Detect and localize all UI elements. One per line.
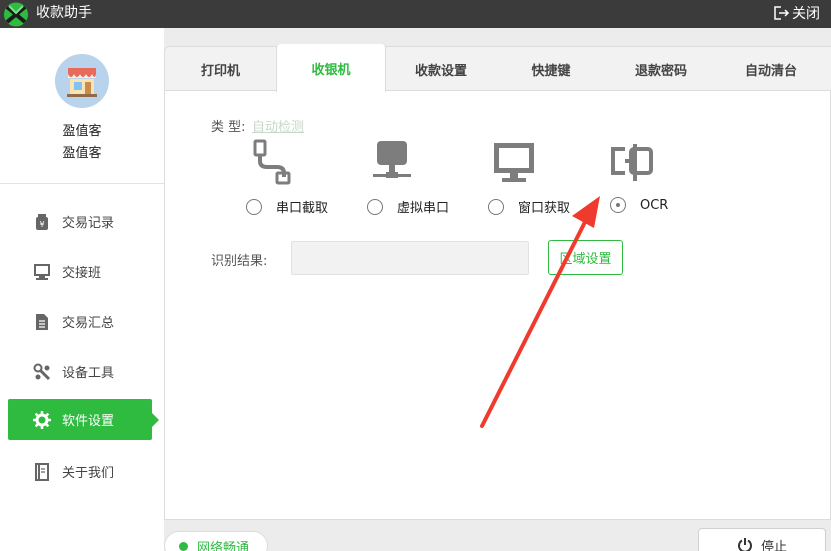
radio-label: 窗口获取 bbox=[518, 201, 571, 216]
user-account: 盈值客 bbox=[62, 146, 102, 161]
sidebar-item-label: 设备工具 bbox=[62, 366, 115, 381]
sidebar-item-label: 交接班 bbox=[62, 266, 102, 281]
sidebar-item-label: 交易记录 bbox=[62, 216, 115, 231]
sidebar-item-label: 软件设置 bbox=[62, 414, 115, 429]
radio-button-selected[interactable] bbox=[610, 197, 626, 213]
network-icon bbox=[373, 141, 411, 178]
radio-button[interactable] bbox=[367, 198, 383, 215]
region-settings-button[interactable]: 区域设置 bbox=[548, 240, 623, 275]
sidebar-item-device-tools[interactable]: 设备工具 bbox=[8, 351, 152, 392]
tab-shortcuts[interactable]: 快捷键 bbox=[496, 47, 606, 91]
tab-auto-clear[interactable]: 自动清台 bbox=[716, 47, 826, 91]
wrench-icon bbox=[32, 362, 52, 382]
radio-label: 串口截取 bbox=[276, 201, 329, 216]
tab-bar: 打印机 收银机 收款设置 快捷键 退款密码 自动清台 bbox=[165, 44, 831, 92]
stop-button[interactable]: 停止 bbox=[698, 528, 826, 551]
close-label: 关闭 bbox=[792, 6, 820, 22]
tab-payment-settings[interactable]: 收款设置 bbox=[386, 47, 496, 91]
radio-serial-capture[interactable]: 串口截取 bbox=[246, 197, 328, 216]
status-dot-icon bbox=[179, 541, 188, 551]
sidebar-divider bbox=[0, 183, 164, 184]
power-icon bbox=[738, 538, 752, 551]
user-name: 盈值客 bbox=[62, 124, 102, 139]
avatar bbox=[55, 54, 109, 108]
tab-cash-register[interactable]: 收银机 bbox=[276, 44, 386, 92]
gear-icon bbox=[32, 410, 52, 430]
title-bar: 收款助手 关闭 bbox=[0, 0, 831, 28]
network-status-label: 网络畅通 bbox=[197, 540, 250, 551]
type-label: 类 型: bbox=[211, 120, 246, 135]
app-logo-icon bbox=[4, 2, 28, 27]
document-icon bbox=[32, 312, 52, 332]
result-label: 识别结果: bbox=[211, 254, 268, 269]
window-title: 收款助手 bbox=[36, 5, 92, 21]
close-button[interactable]: 关闭 bbox=[772, 3, 820, 23]
network-status: 网络畅通 bbox=[164, 531, 268, 551]
money-bag-icon: ¥ bbox=[32, 212, 52, 232]
radio-virtual-serial[interactable]: 虚拟串口 bbox=[367, 197, 449, 216]
sidebar: 盈值客 盈值客 ¥ 交易记录 交接班 交易汇总 设备工具 软件设置 关于我们 bbox=[0, 28, 164, 551]
sidebar-item-label: 交易汇总 bbox=[62, 316, 115, 331]
radio-label: 虚拟串口 bbox=[397, 201, 450, 216]
sidebar-item-software-settings[interactable]: 软件设置 bbox=[8, 399, 159, 440]
radio-button[interactable] bbox=[488, 198, 504, 215]
radio-window-capture[interactable]: 窗口获取 bbox=[488, 197, 570, 216]
radio-ocr[interactable]: OCR bbox=[610, 197, 668, 213]
ocr-scan-icon bbox=[611, 144, 653, 181]
radio-button[interactable] bbox=[246, 198, 262, 215]
tab-printer[interactable]: 打印机 bbox=[165, 47, 276, 91]
stop-label: 停止 bbox=[760, 539, 787, 551]
sidebar-item-label: 关于我们 bbox=[62, 466, 115, 481]
tab-refund-password[interactable]: 退款密码 bbox=[606, 47, 716, 91]
sidebar-item-about-us[interactable]: 关于我们 bbox=[8, 451, 152, 492]
sidebar-item-shift-handover[interactable]: 交接班 bbox=[8, 251, 152, 292]
book-icon bbox=[32, 462, 52, 482]
settings-panel: 打印机 收银机 收款设置 快捷键 退款密码 自动清台 类 型: 自动检测 串口截… bbox=[164, 44, 831, 520]
auto-detect-link[interactable]: 自动检测 bbox=[252, 116, 304, 135]
monitor-icon bbox=[494, 143, 534, 182]
exit-icon bbox=[774, 6, 790, 20]
serial-cable-icon bbox=[253, 139, 291, 185]
sidebar-item-summary[interactable]: 交易汇总 bbox=[8, 301, 152, 342]
radio-label: OCR bbox=[640, 197, 669, 213]
result-field bbox=[291, 241, 529, 275]
svg-text:¥: ¥ bbox=[39, 220, 44, 229]
sidebar-item-transactions[interactable]: ¥ 交易记录 bbox=[8, 201, 152, 242]
store-icon bbox=[67, 68, 97, 97]
monitor-icon bbox=[32, 262, 52, 282]
